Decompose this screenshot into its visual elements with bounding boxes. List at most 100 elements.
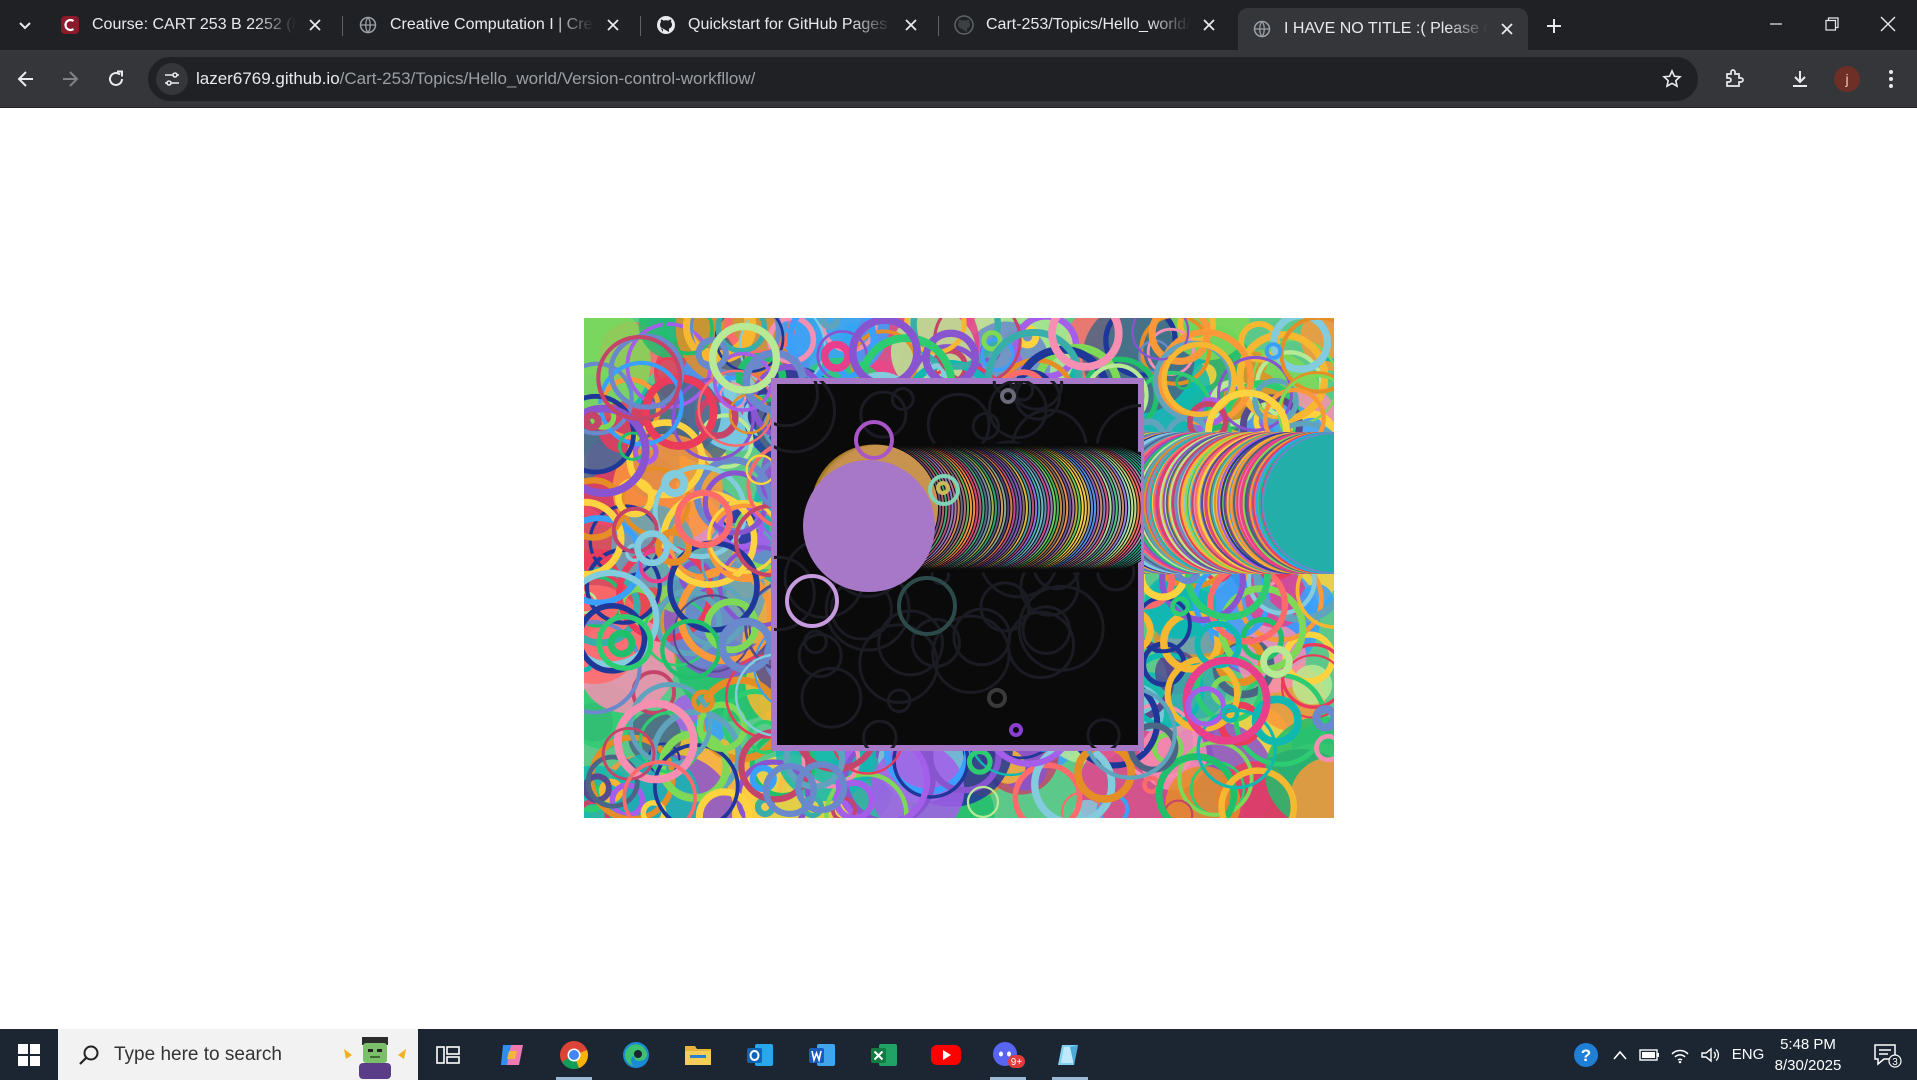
reload-icon: [109, 70, 123, 86]
discord-badge: 9+: [1011, 1057, 1023, 1068]
site-info-button[interactable]: [156, 63, 188, 95]
restore-icon: [1825, 17, 1839, 31]
youtube-app[interactable]: [924, 1035, 968, 1075]
close-icon[interactable]: [1496, 18, 1518, 40]
tab-creative-computation[interactable]: Creative Computation I | Creativ: [344, 8, 634, 42]
tab-title: Course: CART 253 B 2252 (Fall 2: [92, 16, 296, 33]
close-icon[interactable]: [304, 14, 326, 36]
edge-app[interactable]: [614, 1035, 658, 1075]
github-icon: [954, 15, 974, 35]
github-icon: [656, 15, 676, 35]
task-view-icon: [436, 1046, 460, 1064]
windows-logo-icon: [18, 1043, 40, 1066]
notifications-button[interactable]: 3: [1862, 1029, 1912, 1080]
folder-icon: [685, 1046, 711, 1065]
restore-button[interactable]: [1804, 0, 1860, 48]
tab-title: Cart-253/Topics/Hello_world/Ve: [986, 16, 1190, 33]
excel-app[interactable]: [862, 1035, 906, 1075]
minimize-button[interactable]: [1748, 0, 1804, 48]
globe-icon: [358, 15, 378, 35]
volume-button[interactable]: [1696, 1029, 1724, 1080]
minimize-icon: [1770, 23, 1782, 25]
forward-button[interactable]: [52, 61, 88, 97]
main-purple-circle: [803, 460, 935, 592]
search-placeholder: Type here to search: [114, 1043, 282, 1065]
windows-taskbar: Type here to search 9+ ? ENG 5:48 PM 8/3…: [0, 1029, 1917, 1080]
show-hidden-icons-button[interactable]: [1606, 1029, 1634, 1080]
bookmark-star-button[interactable]: [1660, 67, 1684, 91]
p5-sketch-canvas[interactable]: [584, 318, 1334, 818]
puzzle-icon: [1726, 69, 1744, 87]
help-button[interactable]: ?: [1566, 1029, 1606, 1080]
speaker-icon: [1701, 1047, 1720, 1062]
search-highlight-illustration: [344, 1037, 406, 1079]
plus-icon: [1547, 19, 1561, 33]
close-icon[interactable]: [602, 14, 624, 36]
tab-github-pages-quickstart[interactable]: Quickstart for GitHub Pages - G: [642, 8, 932, 42]
snipping-tool-app[interactable]: [1048, 1035, 1092, 1080]
discord-icon: 9+: [993, 1042, 1025, 1068]
tab-separator: [640, 16, 641, 36]
language-indicator[interactable]: ENG: [1728, 1029, 1768, 1080]
tab-search-button[interactable]: [8, 8, 42, 42]
outlook-icon: [747, 1044, 773, 1066]
new-tab-button[interactable]: [1538, 10, 1570, 42]
tab-separator: [938, 16, 939, 36]
menu-button[interactable]: [1873, 61, 1909, 97]
profile-avatar[interactable]: j: [1834, 66, 1860, 92]
tab-title: I HAVE NO TITLE :( Please dedu: [1284, 20, 1488, 37]
help-icon: ?: [1574, 1042, 1598, 1067]
chrome-app[interactable]: [552, 1035, 596, 1080]
browser-tab-strip: Course: CART 253 B 2252 (Fall 2 Creative…: [0, 0, 1917, 50]
clock[interactable]: 5:48 PM 8/30/2025: [1770, 1034, 1846, 1076]
close-icon: [1880, 16, 1896, 32]
network-button[interactable]: [1666, 1029, 1694, 1080]
word-app[interactable]: [800, 1035, 844, 1075]
tab-title: Quickstart for GitHub Pages - G: [688, 16, 892, 33]
copilot-app[interactable]: [490, 1035, 534, 1075]
file-explorer-app[interactable]: [676, 1035, 720, 1075]
back-button[interactable]: [8, 61, 44, 97]
arrow-left-icon: [17, 71, 33, 87]
chevron-up-icon: [1613, 1050, 1627, 1060]
task-view-button[interactable]: [426, 1035, 470, 1075]
tab-no-title-active[interactable]: I HAVE NO TITLE :( Please dedu: [1238, 8, 1528, 50]
snipping-tool-icon: [1058, 1045, 1078, 1065]
close-window-button[interactable]: [1860, 0, 1916, 48]
tab-course-cart253[interactable]: Course: CART 253 B 2252 (Fall 2: [46, 8, 336, 42]
globe-icon: [1252, 19, 1272, 39]
downloads-button[interactable]: [1782, 61, 1818, 97]
web-page: [0, 109, 1917, 1029]
download-icon: [1793, 71, 1807, 87]
start-button[interactable]: [0, 1029, 58, 1080]
star-icon: [1662, 69, 1682, 88]
clock-date: 8/30/2025: [1774, 1057, 1842, 1074]
battery-icon: [1639, 1048, 1659, 1061]
edge-icon: [623, 1042, 649, 1068]
url-host: lazer6769.github.io: [196, 69, 340, 88]
search-icon: [76, 1042, 102, 1068]
battery-button[interactable]: [1636, 1029, 1664, 1080]
browser-toolbar: lazer6769.github.io/Cart-253/Topics/Hell…: [0, 50, 1917, 108]
sketch-drawing: [584, 318, 1334, 818]
extensions-button[interactable]: [1716, 61, 1752, 97]
url-text[interactable]: lazer6769.github.io/Cart-253/Topics/Hell…: [196, 69, 755, 89]
chrome-icon: [560, 1041, 589, 1070]
tab-title: Creative Computation I | Creativ: [390, 16, 594, 33]
reload-button[interactable]: [98, 61, 134, 97]
taskbar-search-box[interactable]: Type here to search: [58, 1029, 418, 1080]
tab-cart253-repo[interactable]: Cart-253/Topics/Hello_world/Ve: [940, 8, 1230, 42]
close-icon[interactable]: [1198, 14, 1220, 36]
excel-icon: [871, 1044, 897, 1066]
discord-app[interactable]: 9+: [986, 1035, 1030, 1080]
address-bar[interactable]: lazer6769.github.io/Cart-253/Topics/Hell…: [148, 57, 1698, 101]
arrow-right-icon: [63, 71, 79, 87]
wifi-icon: [1671, 1049, 1689, 1063]
concordia-icon: [60, 15, 80, 35]
clock-time: 5:48 PM: [1780, 1036, 1836, 1053]
word-icon: [809, 1044, 835, 1066]
kebab-menu-icon: [1889, 70, 1893, 88]
outlook-app[interactable]: [738, 1035, 782, 1075]
close-icon[interactable]: [900, 14, 922, 36]
tune-icon: [165, 72, 179, 86]
